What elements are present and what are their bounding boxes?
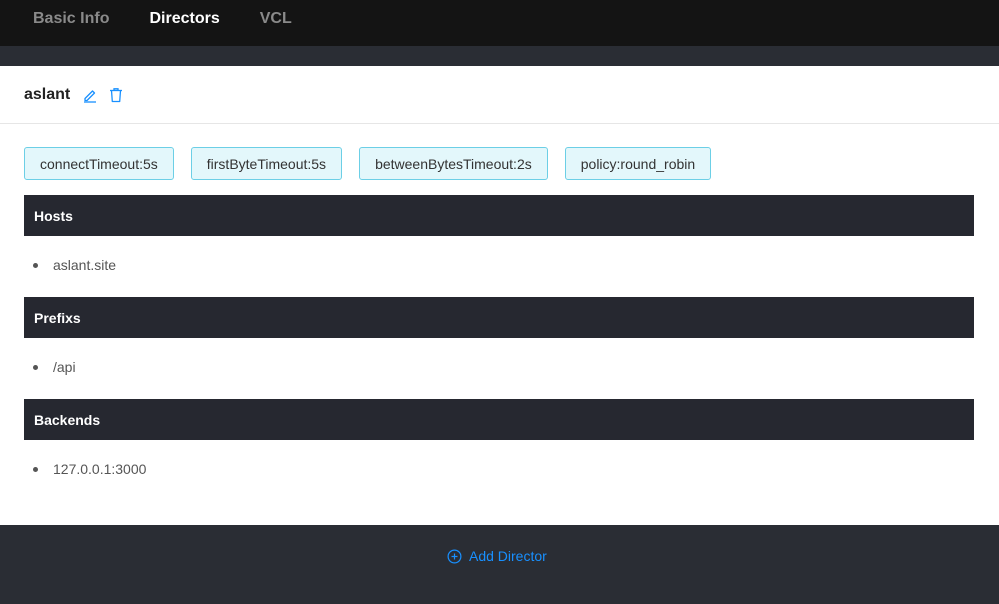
prefixs-heading: Prefixs [24,297,974,338]
add-director-label: Add Director [469,548,547,564]
prefix-value: /api [53,359,76,375]
list-item: aslant.site [33,257,116,273]
bullet-icon [33,262,38,268]
tag-first-byte-timeout: firstByteTimeout:5s [190,147,343,180]
tag-policy: policy:round_robin [564,147,712,180]
backends-heading: Backends [24,399,974,440]
add-director-button[interactable]: Add Director [447,548,547,564]
bullet-icon [33,364,38,370]
host-value: aslant.site [53,257,117,273]
top-nav: Basic Info Directors VCL [0,0,999,46]
delete-icon[interactable] [108,87,124,103]
tag-connect-timeout: connectTimeout:5s [24,147,174,180]
plus-circle-icon [447,549,462,563]
list-item: /api [33,359,76,375]
director-header: aslant [0,66,999,124]
tab-basic-info[interactable]: Basic Info [33,11,109,27]
tab-vcl[interactable]: VCL [260,11,292,27]
director-name: aslant [24,85,71,103]
backend-value: 127.0.0.1:3000 [53,461,147,477]
bullet-icon [33,466,38,472]
director-tags: connectTimeout:5s firstByteTimeout:5s be… [24,147,728,180]
tab-directors[interactable]: Directors [149,11,219,27]
edit-icon[interactable] [82,87,98,103]
list-item: 127.0.0.1:3000 [33,461,146,477]
director-card: aslant connectTimeout:5s firstByteTimeou… [0,66,999,525]
tag-between-bytes-timeout: betweenBytesTimeout:2s [359,147,548,180]
hosts-heading: Hosts [24,195,974,236]
